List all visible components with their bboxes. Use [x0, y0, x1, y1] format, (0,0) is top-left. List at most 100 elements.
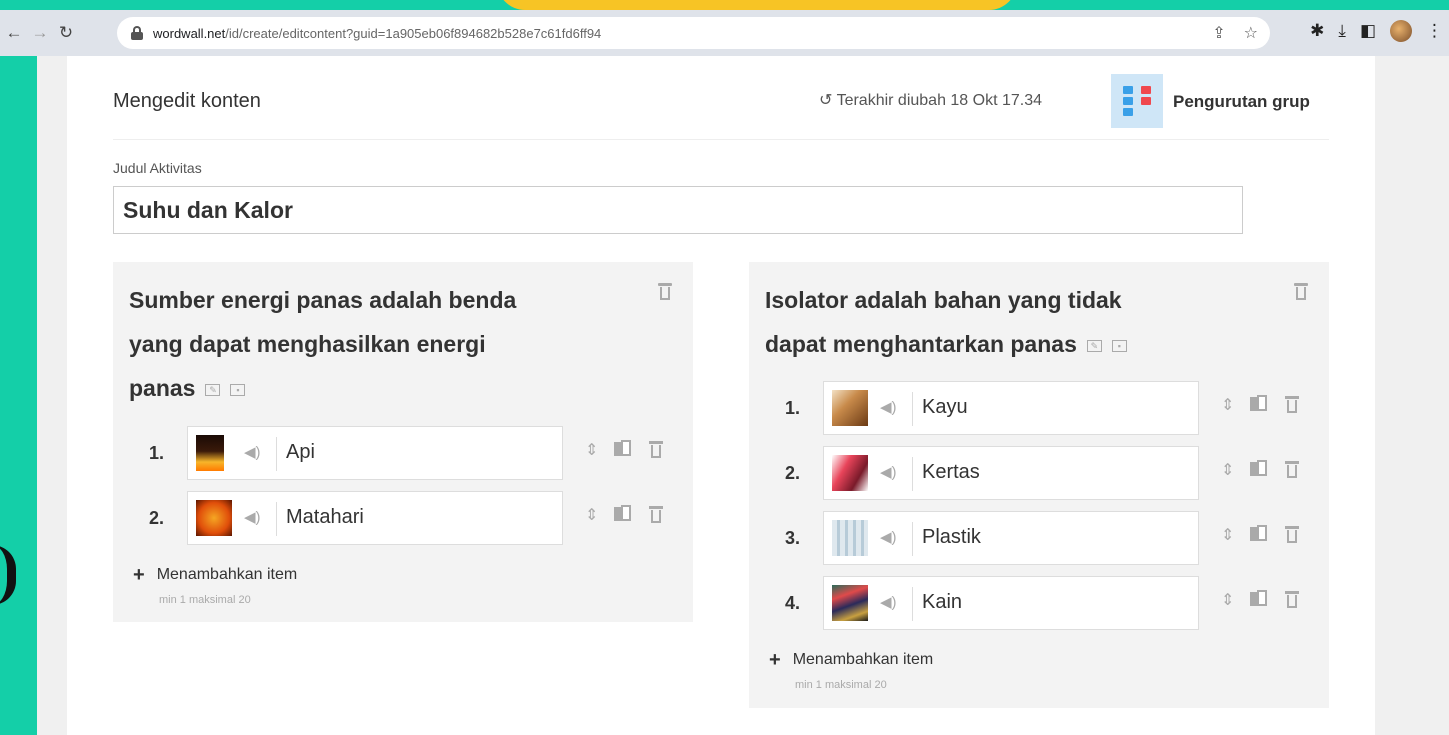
wood-image[interactable]	[832, 390, 868, 426]
profile-avatar[interactable]	[1390, 20, 1412, 42]
speaker-icon[interactable]: ◀)	[880, 593, 897, 611]
add-item-button[interactable]: + Menambahkan item	[133, 565, 298, 585]
item-input[interactable]: ◀) Kertas	[823, 446, 1199, 500]
item-input[interactable]: ◀) Kayu	[823, 381, 1199, 435]
item-number: 2.	[149, 508, 165, 528]
reorder-icon[interactable]: ⇕	[1221, 590, 1234, 610]
activity-title-input[interactable]	[113, 186, 1243, 234]
duplicate-icon[interactable]	[1250, 525, 1268, 545]
group-card: Sumber energi panas adalah benda yang da…	[113, 262, 693, 622]
item-input[interactable]: ◀) Matahari	[187, 491, 563, 545]
item-number: 2.	[785, 463, 801, 483]
fire-image[interactable]	[196, 435, 224, 471]
speaker-icon[interactable]: ◀)	[880, 528, 897, 546]
sidepanel-icon[interactable]: ◧	[1360, 21, 1376, 41]
address-bar[interactable]: wordwall.net/id/create/editcontent?guid=…	[117, 17, 1270, 49]
speaker-icon[interactable]: ◀)	[244, 508, 261, 526]
duplicate-icon[interactable]	[1250, 395, 1268, 415]
delete-icon[interactable]	[1284, 590, 1300, 610]
list-item: 2. ◀) Matahari ⇕	[149, 491, 689, 547]
delete-icon[interactable]	[1284, 395, 1300, 415]
page-title: Mengedit konten	[113, 90, 261, 112]
delete-icon[interactable]	[1284, 460, 1300, 480]
back-icon[interactable]: ←	[2, 21, 26, 45]
download-icon[interactable]: ⤓	[1338, 21, 1346, 41]
reorder-icon[interactable]: ⇕	[585, 505, 598, 525]
list-item: 1. ◀) Kayu ⇕	[785, 381, 1325, 437]
list-item: 2. ◀) Kertas ⇕	[785, 446, 1325, 502]
decorative-arc	[0, 545, 16, 605]
cloth-image[interactable]	[832, 585, 868, 621]
reorder-icon[interactable]: ⇕	[1221, 395, 1234, 415]
item-text: Matahari	[286, 506, 364, 528]
add-item-label: Menambahkan item	[156, 566, 298, 583]
add-item-button[interactable]: + Menambahkan item	[769, 649, 934, 671]
template-name[interactable]: Pengurutan grup	[1173, 92, 1310, 112]
item-text: Kertas	[922, 461, 980, 483]
list-item: 1. ◀) Api ⇕	[149, 426, 689, 482]
item-text: Kain	[922, 591, 963, 613]
plastic-image[interactable]	[832, 520, 868, 556]
image-icon[interactable]: ▪	[230, 383, 246, 396]
last-edited-link[interactable]: ↺ Terakhir diubah 18 Okt 17.34	[819, 90, 1042, 110]
item-number: 1.	[149, 443, 165, 463]
item-number: 1.	[785, 398, 801, 418]
group-title-line: Sumber energi panas adalah benda	[129, 287, 517, 313]
item-limits: min 1 maksimal 20	[159, 594, 251, 606]
last-edited-text: Terakhir diubah 18 Okt 17.34	[836, 92, 1043, 109]
url-path: /id/create/editcontent?guid=1a905eb06f89…	[225, 25, 602, 41]
duplicate-icon[interactable]	[614, 440, 632, 460]
group-title-line: Isolator adalah bahan yang tidak	[765, 287, 1122, 313]
page-background: Mengedit konten ↺ Terakhir diubah 18 Okt…	[37, 56, 1449, 735]
image-icon[interactable]: ▪	[1111, 339, 1127, 352]
duplicate-icon[interactable]	[1250, 460, 1268, 480]
sun-image[interactable]	[196, 500, 232, 536]
delete-icon[interactable]	[1284, 525, 1300, 545]
group-title-line: dapat menghantarkan panas	[765, 331, 1077, 357]
group-title-line: panas	[129, 375, 196, 401]
edit-icon[interactable]: ✎	[205, 383, 221, 396]
reload-icon[interactable]: ↻	[54, 21, 78, 45]
item-limits: min 1 maksimal 20	[795, 679, 887, 691]
speaker-icon[interactable]: ◀)	[244, 443, 261, 461]
speaker-icon[interactable]: ◀)	[880, 398, 897, 416]
extensions-icon[interactable]: ✱	[1310, 21, 1324, 41]
group-card: Isolator adalah bahan yang tidak dapat m…	[749, 262, 1329, 708]
browser-toolbar: ← → ↻ wordwall.net/id/create/editcontent…	[0, 10, 1449, 56]
edit-icon[interactable]: ✎	[1086, 339, 1102, 352]
item-input[interactable]: ◀) Kain	[823, 576, 1199, 630]
history-icon: ↺	[819, 92, 837, 109]
list-item: 4. ◀) Kain ⇕	[785, 576, 1325, 632]
speaker-icon[interactable]: ◀)	[880, 463, 897, 481]
plus-icon: +	[769, 649, 781, 671]
duplicate-icon[interactable]	[1250, 590, 1268, 610]
delete-icon[interactable]	[648, 440, 664, 460]
reorder-icon[interactable]: ⇕	[585, 440, 598, 460]
editor-header: Mengedit konten ↺ Terakhir diubah 18 Okt…	[113, 56, 1329, 140]
paper-image[interactable]	[832, 455, 868, 491]
group-title[interactable]: Isolator adalah bahan yang tidak dapat m…	[765, 278, 1127, 366]
editor-panel: Mengedit konten ↺ Terakhir diubah 18 Okt…	[67, 56, 1375, 735]
item-input[interactable]: ◀) Plastik	[823, 511, 1199, 565]
url-domain: wordwall.net	[153, 25, 226, 41]
list-item: 3. ◀) Plastik ⇕	[785, 511, 1325, 567]
delete-icon[interactable]	[648, 505, 664, 525]
forward-icon[interactable]: →	[28, 21, 52, 45]
lock-icon	[131, 26, 143, 40]
share-icon[interactable]: ⇪	[1212, 23, 1225, 43]
item-text: Kayu	[922, 396, 968, 418]
item-text: Api	[286, 441, 315, 463]
menu-icon[interactable]: ⋮	[1426, 21, 1443, 41]
group-title-line: yang dapat menghasilkan energi	[129, 331, 486, 357]
activity-title-label: Judul Aktivitas	[113, 160, 202, 176]
delete-group-icon[interactable]	[657, 282, 673, 302]
reorder-icon[interactable]: ⇕	[1221, 525, 1234, 545]
bookmark-star-icon[interactable]: ☆	[1244, 23, 1258, 43]
duplicate-icon[interactable]	[614, 505, 632, 525]
item-input[interactable]: ◀) Api	[187, 426, 563, 480]
group-title[interactable]: Sumber energi panas adalah benda yang da…	[129, 278, 516, 410]
reorder-icon[interactable]: ⇕	[1221, 460, 1234, 480]
delete-group-icon[interactable]	[1293, 282, 1309, 302]
template-icon[interactable]	[1111, 74, 1163, 128]
add-item-label: Menambahkan item	[792, 651, 934, 668]
